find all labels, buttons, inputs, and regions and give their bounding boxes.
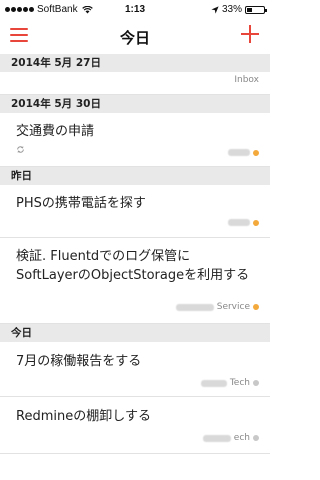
- task-meta: Service: [175, 302, 259, 312]
- task-meta: ech: [202, 433, 259, 443]
- redacted-project-label: [228, 219, 250, 226]
- status-right: 33%: [211, 4, 267, 15]
- project-label: Tech: [229, 378, 250, 388]
- task-title: Redmineの棚卸しする: [16, 409, 151, 424]
- redacted-project-label: [202, 434, 231, 442]
- task-row[interactable]: 検証. Fluentdでのログ保管に SoftLayerのObjectStora…: [0, 238, 270, 324]
- battery-percent: 33%: [221, 4, 242, 15]
- priority-dot: [253, 435, 259, 441]
- task-row[interactable]: 7月の稼働報告をする Tech: [0, 342, 270, 397]
- location-arrow-icon: [211, 5, 219, 14]
- priority-dot: [253, 304, 259, 310]
- priority-dot: [253, 149, 259, 156]
- task-row[interactable]: 交通費の申請: [0, 113, 270, 167]
- repeat-icon: [17, 146, 24, 153]
- add-task-icon[interactable]: [240, 24, 260, 44]
- task-row[interactable]: Inbox: [0, 72, 270, 95]
- task-title-line-1: 検証. Fluentdでのログ保管に: [16, 249, 191, 264]
- battery-icon: [245, 5, 267, 14]
- project-label: Inbox: [234, 75, 259, 85]
- task-title: 交通費の申請: [16, 124, 95, 139]
- task-meta: Tech: [200, 378, 259, 388]
- task-meta: Inbox: [234, 75, 259, 85]
- battery-fill: [247, 7, 252, 12]
- task-meta: [228, 149, 259, 156]
- task-title: 7月の稼働報告をする: [16, 354, 142, 369]
- priority-dot: [253, 380, 259, 386]
- task-title-line-2: SoftLayerのObjectStorageを利用する: [16, 268, 250, 283]
- redacted-project-label: [228, 149, 250, 156]
- redacted-project-label: [175, 303, 214, 311]
- section-header: 2014年 5月 30日: [0, 95, 270, 113]
- navigation-bar: 今日: [0, 20, 270, 54]
- page-title: 今日: [119, 29, 150, 47]
- project-label: ech: [233, 433, 250, 443]
- section-header: 今日: [0, 324, 270, 342]
- section-header: 昨日: [0, 167, 270, 185]
- status-bar: SoftBank 1:13 33%: [0, 0, 270, 20]
- task-list: 2014年 5月 27日 Inbox 2014年 5月 30日 交通費の申請 昨…: [0, 54, 270, 454]
- task-meta: [228, 219, 259, 226]
- section-header: 2014年 5月 27日: [0, 54, 270, 72]
- task-row[interactable]: Redmineの棚卸しする ech: [0, 397, 270, 454]
- redacted-project-label: [200, 379, 227, 387]
- project-label: Service: [216, 302, 250, 312]
- task-row[interactable]: PHSの携帯電話を探す: [0, 185, 270, 238]
- task-title: PHSの携帯電話を探す: [16, 196, 146, 211]
- priority-dot: [253, 219, 259, 226]
